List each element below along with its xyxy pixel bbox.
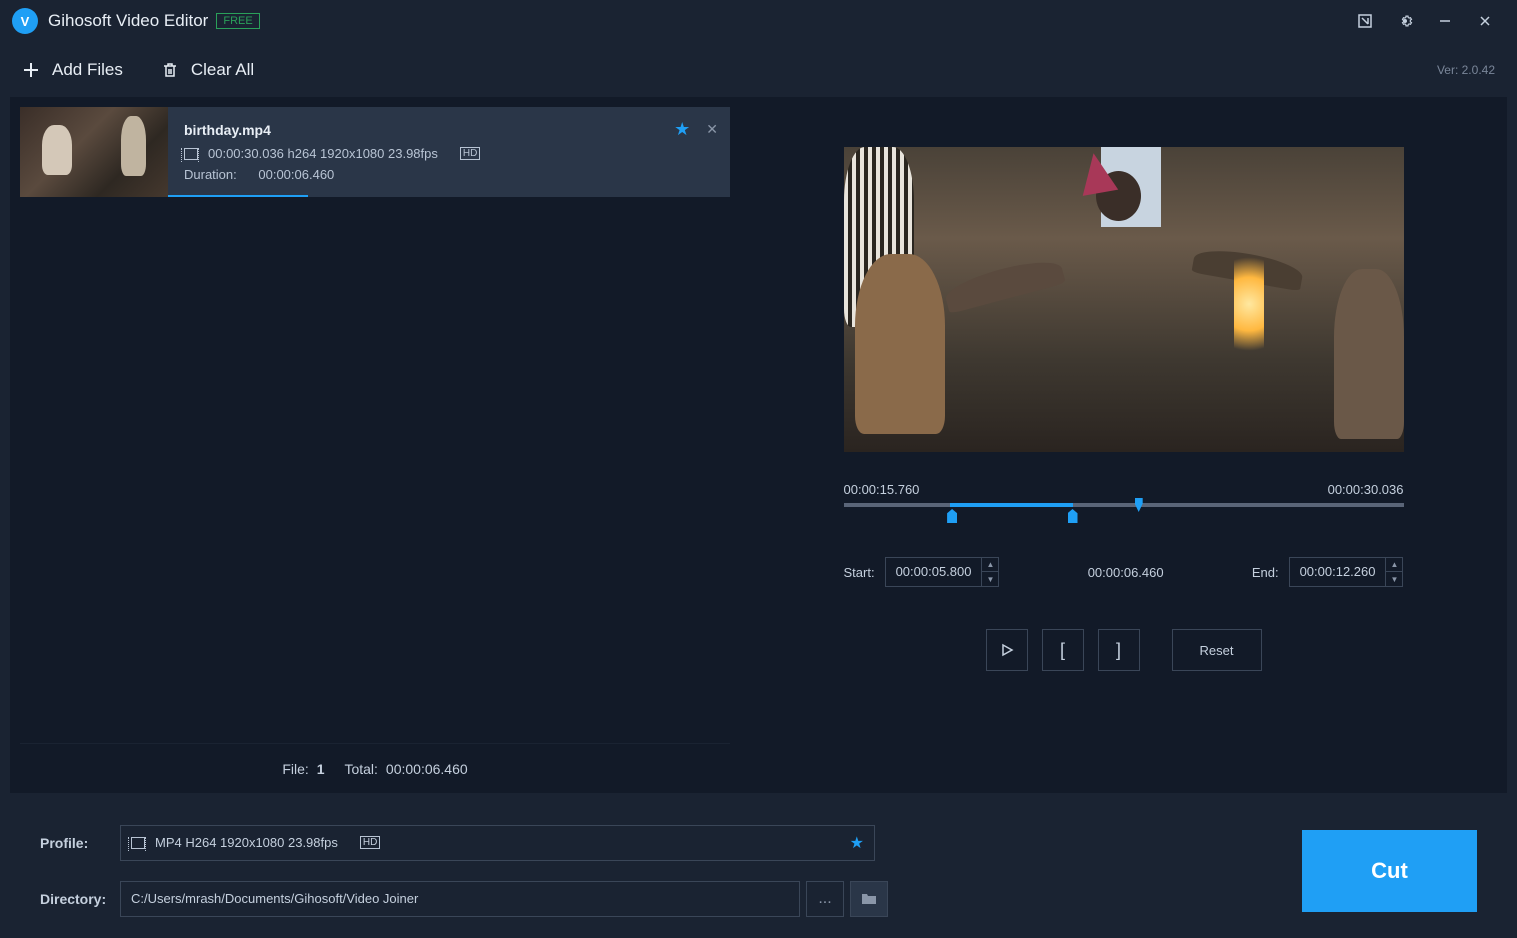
end-time-input[interactable]: 00:00:12.260 ▲ ▼	[1289, 557, 1404, 587]
close-button[interactable]	[1465, 6, 1505, 36]
start-stepper-down[interactable]: ▼	[982, 572, 998, 586]
video-preview[interactable]	[844, 147, 1404, 452]
duration-label: Duration:	[184, 167, 237, 182]
file-specs: 00:00:30.036 h264 1920x1080 23.98fps	[208, 146, 438, 161]
remove-file-button[interactable]: ✕	[706, 121, 718, 138]
file-count-label: File:	[282, 761, 308, 777]
total-label: Total:	[344, 761, 377, 777]
clear-all-label: Clear All	[191, 60, 254, 80]
playhead[interactable]	[1135, 498, 1143, 512]
start-handle[interactable]	[947, 509, 957, 523]
hd-icon: HD	[360, 836, 380, 849]
star-icon[interactable]: ★	[850, 833, 864, 853]
end-handle[interactable]	[1068, 509, 1078, 523]
file-count: 1	[317, 761, 325, 777]
profile-value: MP4 H264 1920x1080 23.98fps	[155, 835, 338, 850]
film-icon	[184, 148, 198, 160]
titlebar: V Gihosoft Video Editor FREE	[0, 0, 1517, 42]
file-item[interactable]: birthday.mp4 00:00:30.036 h264 1920x1080…	[20, 107, 730, 197]
timeline-selection	[950, 503, 1073, 507]
minimize-button[interactable]	[1425, 6, 1465, 36]
end-stepper-up[interactable]: ▲	[1386, 558, 1402, 572]
start-time-value: 00:00:05.800	[886, 558, 982, 586]
toolbar: Add Files Clear All Ver: 2.0.42	[0, 42, 1517, 97]
directory-label: Directory:	[40, 891, 120, 907]
add-files-label: Add Files	[52, 60, 123, 80]
preview-panel: 00:00:15.760 00:00:30.036 Start: 00:00:0…	[740, 97, 1507, 793]
duration-value: 00:00:06.460	[258, 167, 334, 182]
file-thumbnail	[20, 107, 168, 197]
reset-button[interactable]: Reset	[1172, 629, 1262, 671]
timeline-current-time: 00:00:15.760	[844, 482, 920, 497]
set-start-bracket-button[interactable]: [	[1042, 629, 1084, 671]
settings-icon[interactable]	[1385, 6, 1425, 36]
end-time-value: 00:00:12.260	[1290, 558, 1386, 586]
open-folder-button[interactable]	[850, 881, 888, 917]
bottom-bar: Profile: MP4 H264 1920x1080 23.98fps HD …	[0, 803, 1517, 938]
play-button[interactable]	[986, 629, 1028, 671]
browse-button[interactable]: ...	[806, 881, 844, 917]
timeline: 00:00:15.760 00:00:30.036 Start: 00:00:0…	[844, 482, 1404, 671]
directory-input[interactable]: C:/Users/mrash/Documents/Gihosoft/Video …	[120, 881, 800, 917]
profile-select[interactable]: MP4 H264 1920x1080 23.98fps HD ★	[120, 825, 875, 861]
clear-all-button[interactable]: Clear All	[161, 60, 254, 80]
file-progress-indicator	[168, 195, 308, 197]
app-title: Gihosoft Video Editor	[48, 11, 208, 31]
end-stepper-down[interactable]: ▼	[1386, 572, 1402, 586]
file-name: birthday.mp4	[184, 122, 658, 138]
file-metadata: birthday.mp4 00:00:30.036 h264 1920x1080…	[168, 112, 674, 192]
start-time-input[interactable]: 00:00:05.800 ▲ ▼	[885, 557, 1000, 587]
hd-icon: HD	[460, 147, 480, 160]
file-list-panel: birthday.mp4 00:00:30.036 h264 1920x1080…	[10, 97, 730, 793]
file-summary: File: 1 Total: 00:00:06.460	[20, 743, 730, 793]
feedback-icon[interactable]	[1345, 6, 1385, 36]
cut-button[interactable]: Cut	[1302, 830, 1477, 912]
profile-label: Profile:	[40, 835, 120, 851]
app-logo: V	[12, 8, 38, 34]
selection-duration: 00:00:06.460	[1088, 565, 1164, 580]
directory-value: C:/Users/mrash/Documents/Gihosoft/Video …	[131, 891, 418, 906]
film-icon	[131, 837, 145, 849]
total-value: 00:00:06.460	[386, 761, 468, 777]
version-label: Ver: 2.0.42	[1437, 63, 1495, 77]
timeline-total-time: 00:00:30.036	[1328, 482, 1404, 497]
start-stepper-up[interactable]: ▲	[982, 558, 998, 572]
star-icon[interactable]: ★	[674, 119, 690, 140]
set-end-bracket-button[interactable]: ]	[1098, 629, 1140, 671]
add-files-button[interactable]: Add Files	[22, 60, 123, 80]
timeline-track[interactable]	[844, 503, 1404, 507]
free-badge: FREE	[216, 13, 259, 29]
end-label: End:	[1252, 565, 1279, 580]
start-label: Start:	[844, 565, 875, 580]
main-area: birthday.mp4 00:00:30.036 h264 1920x1080…	[10, 97, 1507, 793]
